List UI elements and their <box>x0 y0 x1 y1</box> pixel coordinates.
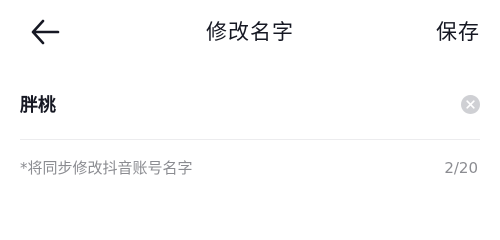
name-input-row <box>20 84 480 124</box>
sync-hint-text: *将同步修改抖音账号名字 <box>20 159 193 177</box>
page-title: 修改名字 <box>206 20 294 44</box>
edit-name-screen: 修改名字 保存 *将同步修改抖音账号名字 2/20 <box>0 0 500 212</box>
header-bar: 修改名字 保存 <box>0 0 500 66</box>
clear-button[interactable] <box>461 95 480 114</box>
character-counter: 2/20 <box>444 159 478 177</box>
name-input[interactable] <box>20 84 440 124</box>
divider <box>20 139 480 140</box>
clear-circle-icon <box>466 100 475 109</box>
save-button[interactable]: 保存 <box>436 18 480 46</box>
